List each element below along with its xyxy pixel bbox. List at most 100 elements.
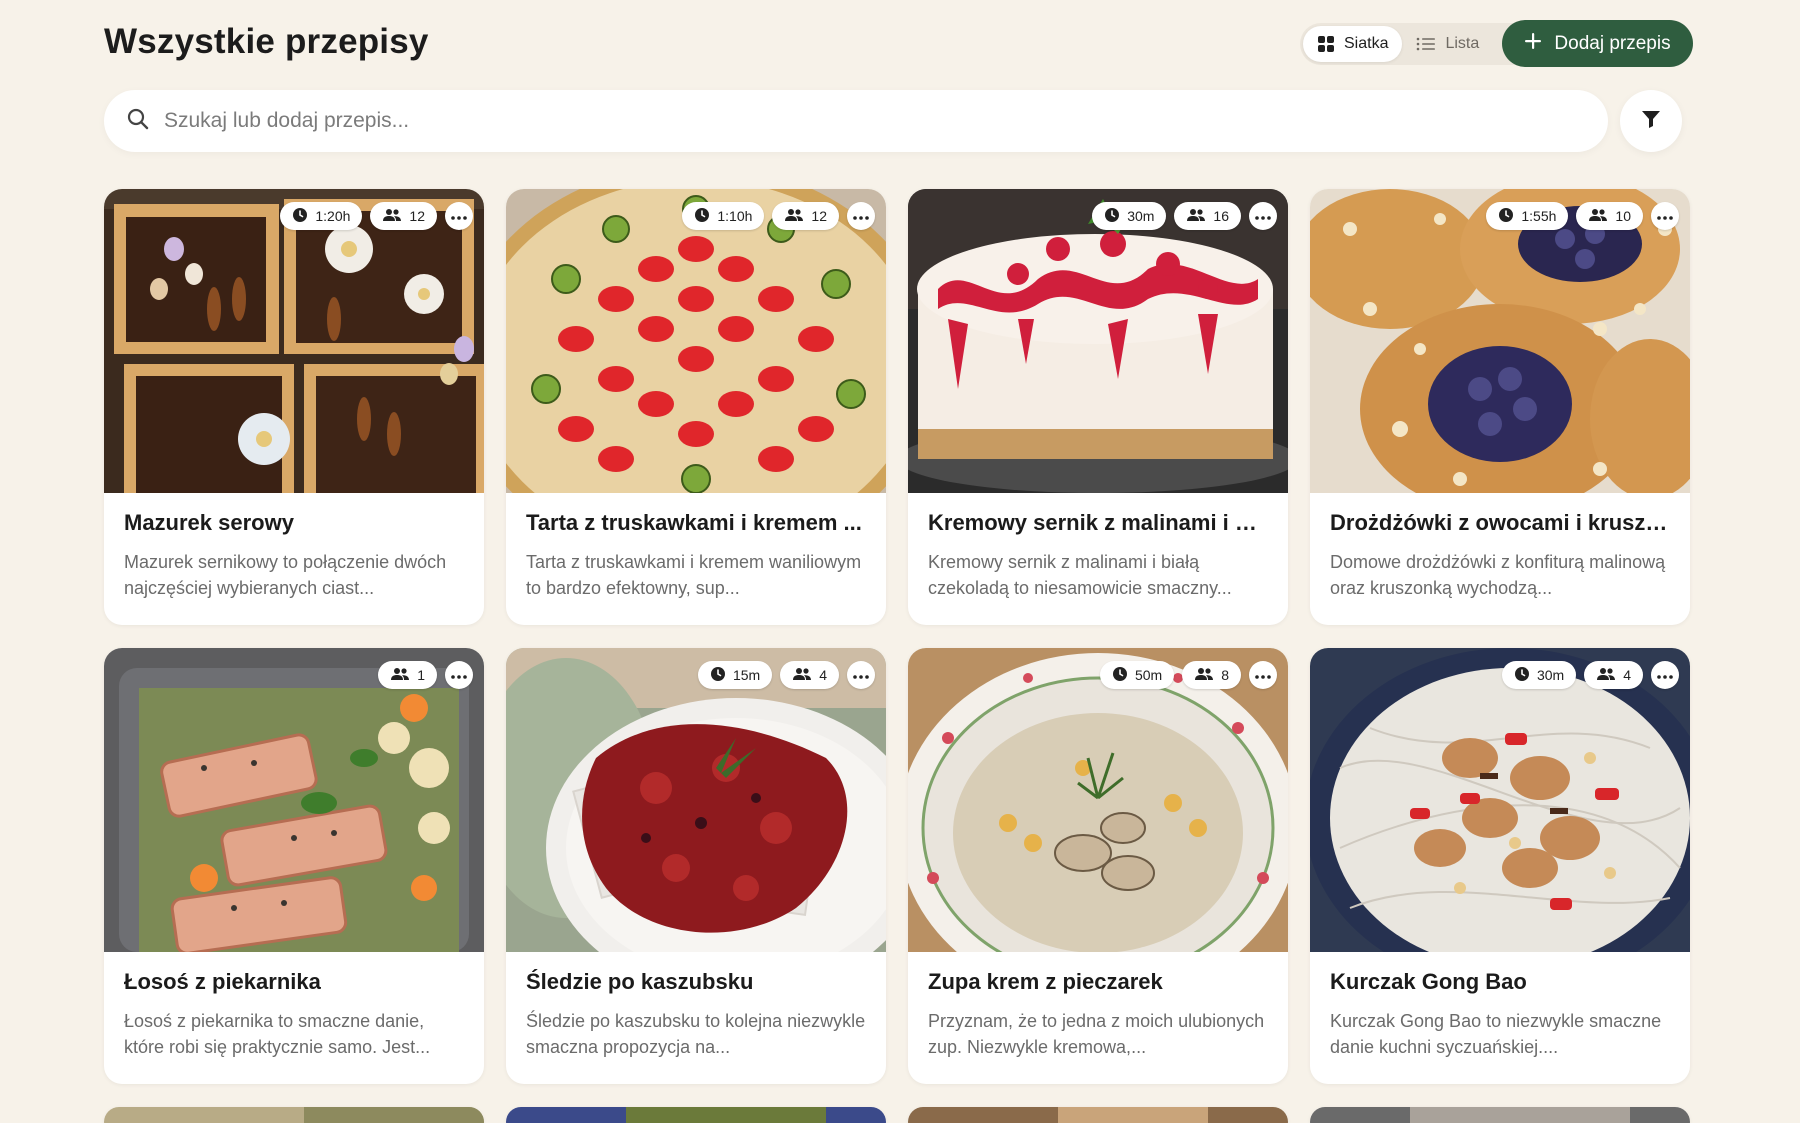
recipe-description: Przyznam, że to jedna z moich ulubionych… [928,1011,1265,1057]
recipe-title: Kurczak Gong Bao [1330,969,1527,994]
recipe-image: 1:20h 12 [104,189,484,493]
mushroom-soup-photo [908,648,1288,952]
grid-icon [1317,35,1335,53]
time-value: 15m [732,667,761,683]
recipe-image [1310,1107,1690,1123]
recipe-card[interactable]: 15m 4 Śledzie po kaszubsku Śledzie po ka… [506,648,886,1084]
people-icon [792,666,812,685]
recipe-description: Śledzie po kaszubsku to kolejna niezwykl… [526,1011,866,1057]
recipe-card-body: Drożdżówki z owocami i kruszo... Domowe … [1310,493,1690,601]
recipe-title: Tarta z truskawkami i kremem ... [526,510,862,535]
time-value: 1:55h [1521,208,1557,224]
page-title: Wszystkie przepisy [104,22,429,61]
more-options-button[interactable] [1249,202,1277,230]
servings-value: 10 [1615,208,1631,224]
more-options-button[interactable] [847,661,875,689]
more-options-button[interactable] [1249,661,1277,689]
time-badge: 1:20h [280,202,363,230]
time-badge: 30m [1092,202,1167,230]
more-options-button[interactable] [847,202,875,230]
recipe-badges: 1 [378,661,473,689]
people-icon [1186,207,1206,226]
time-value: 50m [1134,667,1163,683]
search-icon [126,107,150,136]
strawberry-tart-photo [506,189,886,493]
more-options-button[interactable] [1651,661,1679,689]
recipe-description: Kurczak Gong Bao to niezwykle smaczne da… [1330,1011,1662,1057]
recipe-badges: 15m 4 [697,661,875,689]
baked-salmon-photo [104,648,484,952]
more-options-button[interactable] [1651,202,1679,230]
recipe-card[interactable]: 1 Łosoś z piekarnika Łosoś z piekarnika … [104,648,484,1084]
recipe-card[interactable]: 30m 4 Kurczak Gong Bao Kurczak Gong Bao … [1310,648,1690,1084]
more-icon [853,666,869,684]
clock-icon [1112,666,1128,685]
recipe-title: Drożdżówki z owocami i kruszo... [1330,510,1670,535]
recipe-image [506,1107,886,1123]
clock-icon [710,666,726,685]
recipe-badges: 1:20h 12 [280,202,473,230]
recipe-card[interactable]: 1:55h 10 Drożdżówki z owocami i kruszo..… [1310,189,1690,625]
recipe-card[interactable]: 50m 8 Zupa krem z pieczarek Przyznam, że… [908,648,1288,1084]
recipe-card-body: Kurczak Gong Bao Kurczak Gong Bao to nie… [1310,952,1690,1060]
filter-button[interactable] [1620,90,1682,152]
time-value: 30m [1127,208,1155,224]
more-icon [1657,207,1673,225]
recipe-badges: 1:10h 12 [682,202,875,230]
clock-icon [292,207,308,226]
servings-value: 1 [417,667,425,683]
people-icon [1588,207,1608,226]
servings-badge: 12 [772,202,839,230]
more-icon [451,207,467,225]
page-header: Wszystkie przepisy Siatka Lista Dodaj pr… [104,0,1693,90]
recipe-card[interactable]: 1:10h 12 Tarta z truskawkami i kremem ..… [506,189,886,625]
servings-badge: 1 [378,661,437,689]
recipe-card-body: Zupa krem z pieczarek Przyznam, że to je… [908,952,1288,1060]
recipe-description: Mazurek sernikowy to połączenie dwóch na… [124,552,447,598]
search-input[interactable] [164,109,1564,133]
recipe-grid: 1:20h 12 Mazurek serowy Mazurek sernikow… [104,189,1693,1123]
time-badge: 30m [1501,661,1577,689]
kung-pao-chicken-photo [1310,648,1690,952]
servings-value: 16 [1213,208,1229,224]
recipe-card[interactable] [104,1107,484,1123]
recipe-image: 1:10h 12 [506,189,886,493]
recipe-badges: 30m 16 [1092,202,1277,230]
list-view-button[interactable]: Lista [1402,26,1493,62]
raspberry-cheesecake-photo [908,189,1288,493]
servings-badge: 4 [1584,661,1643,689]
recipe-image: 30m 4 [1310,648,1690,952]
servings-badge: 12 [370,202,437,230]
grid-view-button[interactable]: Siatka [1303,26,1403,62]
servings-badge: 16 [1174,202,1241,230]
time-badge: 50m [1099,661,1175,689]
servings-badge: 8 [1182,661,1241,689]
recipe-card[interactable] [908,1107,1288,1123]
more-options-button[interactable] [445,661,473,689]
more-icon [451,666,467,684]
more-options-button[interactable] [445,202,473,230]
recipe-badges: 30m 4 [1501,661,1679,689]
recipe-badges: 1:55h 10 [1486,202,1679,230]
time-value: 1:10h [717,208,753,224]
recipe-title: Kremowy sernik z malinami i bi... [928,510,1268,535]
add-recipe-button[interactable]: Dodaj przepis [1502,20,1693,67]
recipe-badges: 50m 8 [1099,661,1277,689]
servings-value: 12 [811,208,827,224]
recipe-card[interactable]: 1:20h 12 Mazurek serowy Mazurek sernikow… [104,189,484,625]
recipe-description: Tarta z truskawkami i kremem waniliowym … [526,552,862,598]
recipe-card[interactable] [506,1107,886,1123]
recipe-description: Łosoś z piekarnika to smaczne danie, któ… [124,1011,431,1057]
servings-value: 4 [819,667,827,683]
people-icon [784,207,804,226]
grid-view-label: Siatka [1344,35,1389,52]
recipe-card-body: Kremowy sernik z malinami i bi... Kremow… [908,493,1288,601]
recipe-image: 1 [104,648,484,952]
time-badge: 1:55h [1486,202,1569,230]
recipe-image [104,1107,484,1123]
recipe-title: Łosoś z piekarnika [124,969,321,994]
recipe-card[interactable] [1310,1107,1690,1123]
recipe-card[interactable]: 30m 16 Kremowy sernik z malinami i bi...… [908,189,1288,625]
more-icon [1657,666,1673,684]
people-icon [382,207,402,226]
